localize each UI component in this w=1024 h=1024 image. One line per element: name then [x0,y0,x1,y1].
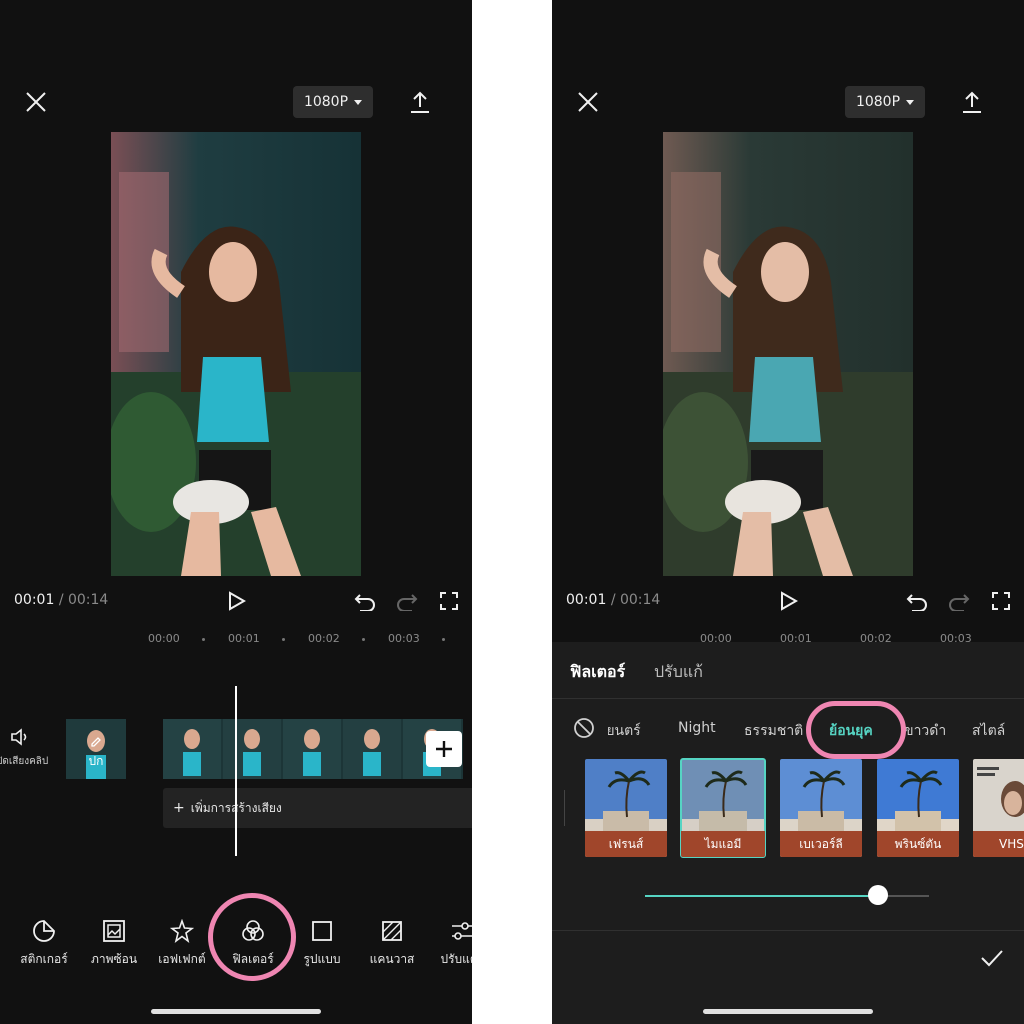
editor-screen: 1080P 00:01 / 00:14 00:00 00:01 00:02 00… [0,0,472,1024]
tool-overlay[interactable]: ภาพซ้อน [76,918,152,969]
sticker-icon [31,918,57,944]
current-time: 00:01 [566,592,607,608]
tool-label: สติกเกอร์ [20,952,68,966]
panel-divider [552,930,1024,931]
ruler-tick: 00:02 [308,632,340,645]
video-preview[interactable] [111,132,361,576]
category-night[interactable]: Night [678,720,716,736]
filter-label: ไมแอมี [681,831,765,857]
filter-thumb[interactable]: พรินซ์ตัน [877,759,959,857]
strip-divider [564,790,565,826]
current-time: 00:01 [14,592,55,608]
close-icon[interactable] [574,88,602,116]
add-audio-button[interactable]: + เพิ่มการสร้างเสียง [163,788,472,828]
filter-thumb[interactable]: VHS [973,759,1024,857]
filter-label: เฟรนส์ [585,831,667,857]
cover-thumbnail[interactable]: ปก [66,719,126,779]
speaker-icon[interactable] [8,726,32,748]
highlight-ring [806,701,906,759]
resolution-label: 1080P [303,94,349,110]
slider-fill [645,895,878,897]
close-icon[interactable] [22,88,50,116]
cover-label: ปก [88,754,104,768]
ruler-tick: 00:03 [388,632,420,645]
tool-label: ภาพซ้อน [90,952,138,966]
resolution-button[interactable]: 1080P [293,86,373,118]
time-separator: / [610,592,616,608]
video-preview[interactable] [663,132,913,576]
tool-adjust[interactable]: ปรับแต่ง [424,918,472,969]
highlight-ring [208,893,296,981]
tool-label: รูปแบบ [303,952,341,966]
format-square-icon [309,918,335,944]
tool-label: แคนวาส [369,952,415,966]
edit-pencil-icon [90,733,102,752]
filter-label: VHS [973,831,1024,857]
play-icon[interactable] [776,588,802,614]
caret-down-icon [354,99,363,105]
home-indicator [703,1009,873,1014]
mute-clip-label[interactable]: ปิดเสียงคลิป [0,754,48,769]
undo-icon[interactable] [352,588,378,614]
undo-icon[interactable] [904,588,930,614]
playhead[interactable] [235,686,237,856]
tool-label: เอฟเฟกต์ [158,952,206,966]
timecode: 00:01 / 00:14 [566,592,660,608]
overlay-icon [101,918,127,944]
play-icon[interactable] [224,588,250,614]
category-nature[interactable]: ธรรมชาติ [744,720,803,742]
no-filter-icon[interactable] [572,716,596,740]
ruler-dot [282,638,285,641]
filter-thumb[interactable]: เบเวอร์ลี [780,759,862,857]
redo-icon[interactable] [946,588,972,614]
fullscreen-icon[interactable] [436,588,462,614]
canvas-icon [379,918,405,944]
total-time: 00:14 [67,592,109,608]
tab-filter[interactable]: ฟิลเตอร์ [570,660,625,685]
ruler-dot [442,638,445,641]
ruler-dot [362,638,365,641]
checkmark-icon[interactable] [978,944,1006,972]
resolution-label: 1080P [855,94,901,110]
tool-label: ปรับแต่ง [440,952,472,966]
filter-label: เบเวอร์ลี [780,831,862,857]
home-indicator [151,1009,321,1014]
tool-canvas[interactable]: แคนวาส [354,918,430,969]
tab-adjust[interactable]: ปรับแก้ [654,660,703,685]
panel-divider [552,698,1024,699]
fullscreen-icon[interactable] [988,588,1014,614]
category-bw[interactable]: ขาวดำ [904,720,946,742]
ruler-dot [202,638,205,641]
plus-icon [436,741,452,757]
time-separator: / [58,592,64,608]
slider-handle[interactable] [867,885,888,905]
add-clip-button[interactable] [426,731,462,767]
total-time: 00:14 [619,592,661,608]
redo-icon[interactable] [394,588,420,614]
ruler-tick: 00:01 [228,632,260,645]
effect-star-icon [169,918,195,944]
caret-down-icon [906,99,915,105]
adjust-sliders-icon [449,918,472,944]
timecode: 00:01 / 00:14 [14,592,108,608]
filter-thumb[interactable]: เฟรนส์ [585,759,667,857]
filter-screen: 1080P 00:01 / 00:14 00:00 00:01 00:02 00… [552,0,1024,1024]
export-icon[interactable] [958,88,986,116]
filter-thumb-selected[interactable]: ไมแอมี [680,758,766,858]
tool-sticker[interactable]: สติกเกอร์ [6,918,82,969]
video-clip-strip[interactable] [163,719,463,779]
plus-icon: + [173,800,185,816]
category-style[interactable]: สไตล์ [972,720,1005,742]
filter-label: พรินซ์ตัน [877,831,959,857]
ruler-tick: 00:00 [148,632,180,645]
resolution-button[interactable]: 1080P [845,86,925,118]
export-icon[interactable] [406,88,434,116]
